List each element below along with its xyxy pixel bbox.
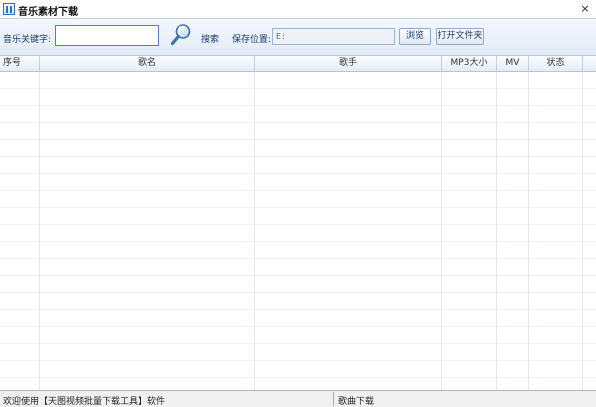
save-location-label: 保存位置: bbox=[232, 35, 272, 45]
app-icon bbox=[3, 3, 15, 15]
open-folder-button[interactable]: 打开文件夹 bbox=[436, 28, 484, 45]
status-divider bbox=[333, 392, 334, 406]
column-divider bbox=[441, 72, 442, 390]
keyword-label: 音乐关键字: bbox=[3, 35, 52, 45]
search-icon-button[interactable] bbox=[170, 23, 192, 47]
window-title: 音乐素材下载 bbox=[18, 7, 78, 18]
close-icon: × bbox=[580, 2, 590, 15]
column-header-mp3-size[interactable]: MP3大小 bbox=[442, 56, 497, 71]
column-divider bbox=[39, 72, 40, 390]
status-mode-text: 歌曲下载 bbox=[338, 397, 375, 407]
column-divider bbox=[496, 72, 497, 390]
title-bar: 音乐素材下载 × bbox=[0, 0, 596, 19]
search-button[interactable]: 搜索 bbox=[201, 32, 219, 45]
save-path-field[interactable] bbox=[272, 28, 395, 45]
table-header: 序号 歌名 歌手 MP3大小 MV 状态 bbox=[0, 56, 596, 72]
column-divider bbox=[528, 72, 529, 390]
keyword-input[interactable] bbox=[55, 25, 159, 46]
column-header-status[interactable]: 状态 bbox=[529, 56, 583, 71]
column-divider bbox=[254, 72, 255, 390]
status-welcome-text: 欢迎使用【天图视频批量下载工具】软件 bbox=[3, 397, 166, 407]
column-header-song[interactable]: 歌名 bbox=[40, 56, 255, 71]
results-table-body[interactable] bbox=[0, 72, 596, 390]
column-header-mv[interactable]: MV bbox=[497, 56, 529, 71]
close-button[interactable]: × bbox=[578, 1, 592, 16]
column-divider bbox=[582, 72, 583, 390]
magnifier-icon bbox=[170, 24, 191, 46]
search-toolbar: 音乐关键字: 搜索 保存位置: 浏览 打开文件夹 bbox=[0, 19, 596, 56]
column-header-artist[interactable]: 歌手 bbox=[255, 56, 442, 71]
column-header-index[interactable]: 序号 bbox=[0, 56, 40, 71]
status-bar: 欢迎使用【天图视频批量下载工具】软件 歌曲下载 bbox=[0, 390, 596, 407]
browse-button[interactable]: 浏览 bbox=[399, 28, 431, 45]
